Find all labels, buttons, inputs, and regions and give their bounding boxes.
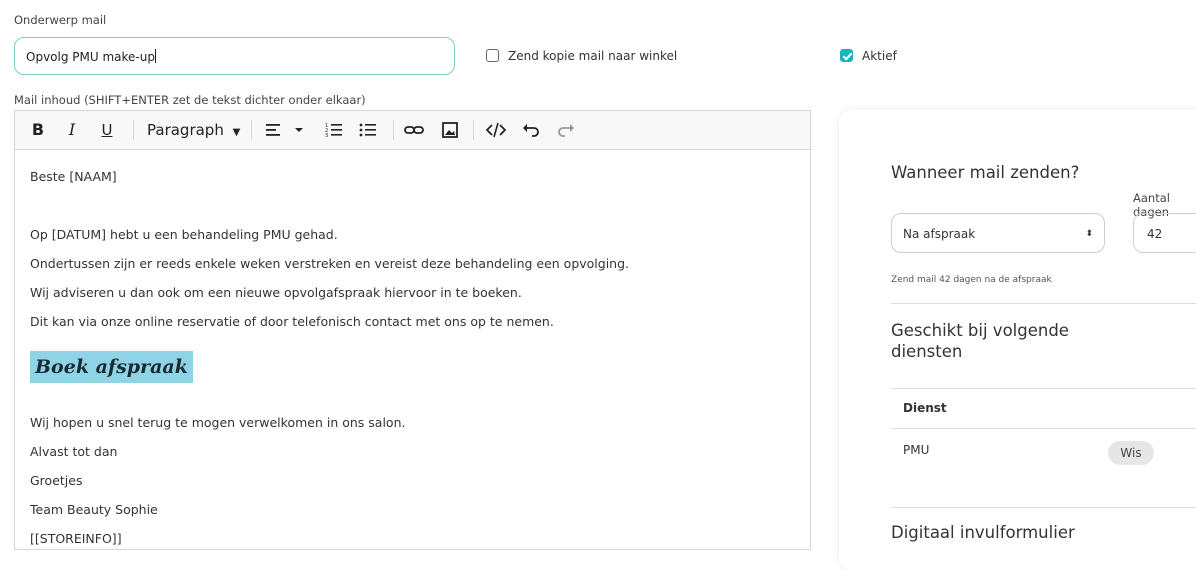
days-input[interactable]: 42 xyxy=(1133,213,1196,253)
subject-input[interactable]: Opvolg PMU make-up xyxy=(14,37,455,75)
active-label[interactable]: Aktief xyxy=(862,49,897,63)
content-line: Ondertussen zijn er reeds enkele weken v… xyxy=(30,256,630,271)
editor-toolbar: B I U Paragraph ▼ 123 xyxy=(15,111,810,150)
toolbar-divider xyxy=(251,120,252,140)
content-line: Wij hopen u snel terug te mogen verwelko… xyxy=(30,415,406,430)
link-icon[interactable] xyxy=(403,111,425,149)
mail-content-label: Mail inhoud (SHIFT+ENTER zet de tekst di… xyxy=(14,93,366,107)
block-format-value: Paragraph xyxy=(147,121,224,139)
bullet-list-icon[interactable] xyxy=(357,111,379,149)
text-caret xyxy=(154,49,156,63)
redo-icon[interactable] xyxy=(555,111,577,149)
bold-icon[interactable]: B xyxy=(29,111,47,149)
content-line: Op [DATUM] hebt u een behandeling PMU ge… xyxy=(30,227,338,242)
content-line: Wij adviseren u dan ook om een nieuwe op… xyxy=(30,285,522,300)
service-name: PMU xyxy=(903,443,930,457)
image-icon[interactable] xyxy=(439,111,461,149)
copy-mail-label[interactable]: Zend kopie mail naar winkel xyxy=(508,49,677,63)
toolbar-divider xyxy=(133,120,134,140)
chevron-down-icon: ▼ xyxy=(232,127,241,138)
subject-value: Opvolg PMU make-up xyxy=(26,50,155,64)
code-icon[interactable] xyxy=(485,111,507,149)
ordered-list-icon[interactable]: 123 xyxy=(323,111,345,149)
svg-text:3: 3 xyxy=(325,133,328,138)
toolbar-divider xyxy=(473,120,474,140)
book-appointment-button[interactable]: Boek afspraak xyxy=(30,351,193,383)
align-left-icon[interactable] xyxy=(263,111,307,149)
divider xyxy=(891,388,1196,389)
content-line: Team Beauty Sophie xyxy=(30,502,158,517)
when-select[interactable]: Na afspraak ⬍ xyxy=(891,213,1105,253)
remove-service-button[interactable]: Wis xyxy=(1108,441,1154,465)
divider xyxy=(891,303,1196,304)
active-checkbox[interactable] xyxy=(840,49,853,62)
toolbar-divider xyxy=(393,120,394,140)
block-format-dropdown[interactable]: Paragraph ▼ xyxy=(147,111,243,149)
form-section-title: Digitaal invulformulier xyxy=(891,523,1075,542)
when-select-value: Na afspraak xyxy=(903,227,976,241)
content-line: Groetjes xyxy=(30,473,83,488)
divider xyxy=(891,428,1196,429)
undo-icon[interactable] xyxy=(520,111,542,149)
schedule-title: Wanneer mail zenden? xyxy=(891,163,1080,182)
services-title: Geschikt bij volgende diensten xyxy=(891,321,1069,361)
divider xyxy=(891,507,1196,508)
select-arrows-icon: ⬍ xyxy=(1085,229,1093,239)
store-info-placeholder: [[STOREINFO]] xyxy=(30,531,122,546)
copy-mail-checkbox[interactable] xyxy=(486,49,499,62)
schedule-hint: Zend mail 42 dagen na de afspraak xyxy=(891,275,1052,285)
italic-icon[interactable]: I xyxy=(63,111,81,149)
greeting-line: Beste [NAAM] xyxy=(30,169,117,184)
content-line: Alvast tot dan xyxy=(30,444,118,459)
mail-editor: B I U Paragraph ▼ 123 Beste [NAAM] Op [D… xyxy=(14,110,811,550)
service-column-header: Dienst xyxy=(903,401,947,415)
subject-label: Onderwerp mail xyxy=(14,13,107,27)
content-line: Dit kan via onze online reservatie of do… xyxy=(30,314,554,329)
underline-icon[interactable]: U xyxy=(98,111,116,149)
